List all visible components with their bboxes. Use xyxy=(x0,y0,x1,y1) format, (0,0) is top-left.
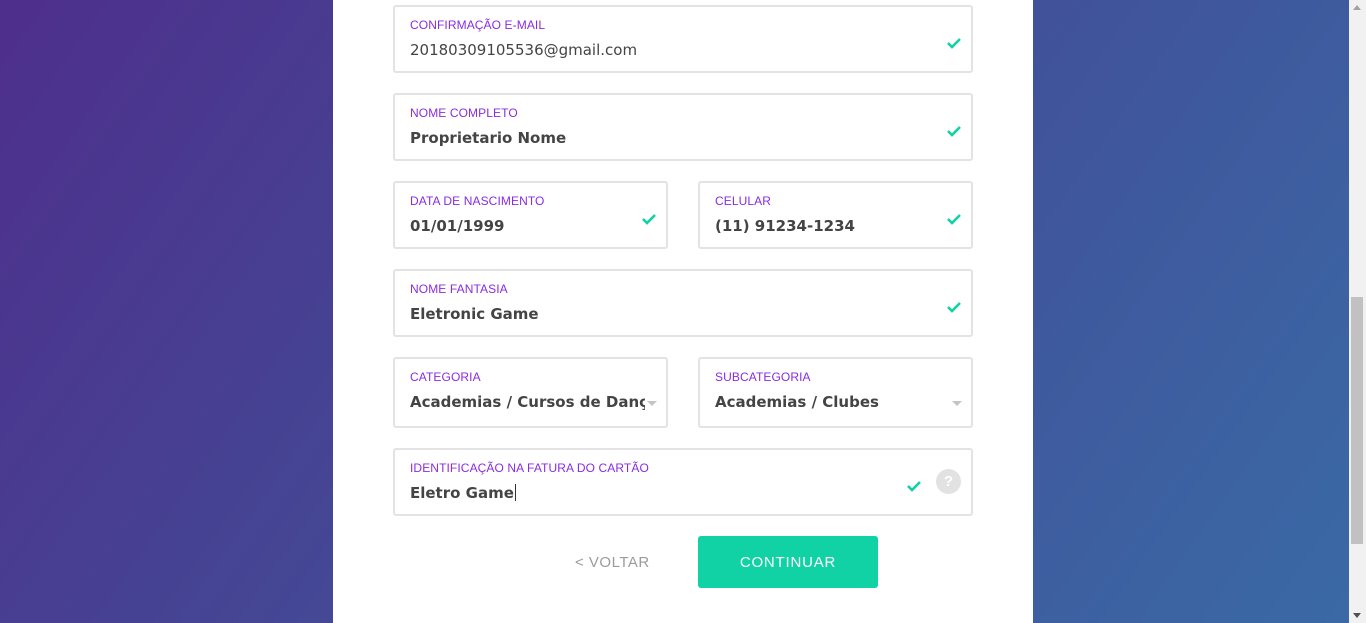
question-icon[interactable]: ? xyxy=(936,469,961,494)
card-statement-id-label: IDENTIFICAÇÃO NA FATURA DO CARTÃO xyxy=(410,461,649,475)
caret-down-icon[interactable] xyxy=(647,401,657,406)
check-icon xyxy=(947,126,961,137)
birth-date-label: DATA DE NASCIMENTO xyxy=(410,194,545,208)
trade-name-value[interactable]: Eletronic Game xyxy=(410,305,539,323)
category-label: CATEGORIA xyxy=(410,370,481,384)
check-icon xyxy=(907,481,921,492)
check-icon xyxy=(642,214,656,225)
birth-date-value[interactable]: 01/01/1999 xyxy=(410,217,504,235)
birth-date-field[interactable]: DATA DE NASCIMENTO 01/01/1999 xyxy=(393,181,668,249)
subcategory-selected-value[interactable]: Academias / Clubes xyxy=(715,393,879,411)
mobile-label: CELULAR xyxy=(715,194,772,208)
email-confirm-value[interactable]: 20180309105536@gmail.com xyxy=(410,41,637,59)
trade-name-label: NOME FANTASIA xyxy=(410,282,508,296)
email-confirm-label: CONFIRMAÇÃO E-MAIL xyxy=(410,18,546,32)
vertical-scrollbar[interactable] xyxy=(1349,0,1366,623)
category-selected-value[interactable]: Academias / Cursos de Dança / Esco xyxy=(410,393,645,411)
category-select[interactable]: CATEGORIA Academias / Cursos de Dança / … xyxy=(393,357,668,428)
subcategory-select[interactable]: SUBCATEGORIA Academias / Clubes xyxy=(698,357,973,428)
check-icon xyxy=(947,214,961,225)
scrollbar-thumb[interactable] xyxy=(1351,297,1363,544)
check-icon xyxy=(947,38,961,49)
card-statement-id-field[interactable]: IDENTIFICAÇÃO NA FATURA DO CARTÃO Eletro… xyxy=(393,448,973,516)
check-icon xyxy=(947,302,961,313)
text-cursor xyxy=(514,484,516,501)
full-name-field[interactable]: NOME COMPLETO Proprietario Nome xyxy=(393,93,973,161)
full-name-value[interactable]: Proprietario Nome xyxy=(410,129,566,147)
scroll-up-arrow-icon[interactable] xyxy=(1353,5,1361,10)
subcategory-label: SUBCATEGORIA xyxy=(715,370,811,384)
trade-name-field[interactable]: NOME FANTASIA Eletronic Game xyxy=(393,269,973,337)
mobile-value[interactable]: (11) 91234-1234 xyxy=(715,217,855,235)
mobile-field[interactable]: CELULAR (11) 91234-1234 xyxy=(698,181,973,249)
email-confirm-field[interactable]: CONFIRMAÇÃO E-MAIL 20180309105536@gmail.… xyxy=(393,5,973,73)
back-link[interactable]: < VOLTAR xyxy=(575,554,650,571)
scroll-down-arrow-icon[interactable] xyxy=(1353,613,1361,618)
card-statement-id-value[interactable]: Eletro Game xyxy=(410,484,516,502)
card-statement-id-text: Eletro Game xyxy=(410,484,514,502)
continue-button[interactable]: CONTINUAR xyxy=(698,536,878,588)
caret-down-icon[interactable] xyxy=(952,401,962,406)
full-name-label: NOME COMPLETO xyxy=(410,106,518,120)
